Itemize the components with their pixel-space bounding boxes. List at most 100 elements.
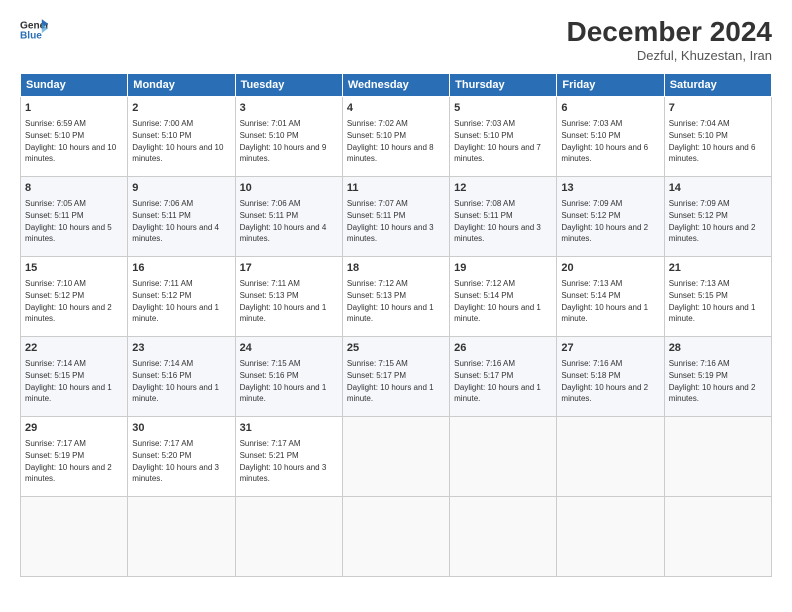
- day-info: Sunrise: 7:01 AMSunset: 5:10 PMDaylight:…: [240, 118, 338, 164]
- calendar-week-row: 8Sunrise: 7:05 AMSunset: 5:11 PMDaylight…: [21, 177, 772, 257]
- day-number: 31: [240, 421, 338, 436]
- day-number: 12: [454, 181, 552, 196]
- day-number: 6: [561, 101, 659, 116]
- day-number: 17: [240, 261, 338, 276]
- weekday-header-row: Sunday Monday Tuesday Wednesday Thursday…: [21, 74, 772, 97]
- calendar-week-row: 22Sunrise: 7:14 AMSunset: 5:15 PMDayligh…: [21, 337, 772, 417]
- day-number: 4: [347, 101, 445, 116]
- calendar-cell: [664, 417, 771, 497]
- day-number: 21: [669, 261, 767, 276]
- calendar-cell: 9Sunrise: 7:06 AMSunset: 5:11 PMDaylight…: [128, 177, 235, 257]
- day-number: 26: [454, 341, 552, 356]
- day-number: 11: [347, 181, 445, 196]
- calendar-cell: [128, 497, 235, 577]
- calendar-cell: 28Sunrise: 7:16 AMSunset: 5:19 PMDayligh…: [664, 337, 771, 417]
- day-info: Sunrise: 7:12 AMSunset: 5:14 PMDaylight:…: [454, 278, 552, 324]
- day-info: Sunrise: 7:10 AMSunset: 5:12 PMDaylight:…: [25, 278, 123, 324]
- day-number: 19: [454, 261, 552, 276]
- calendar-cell: 25 Sunrise: 7:15 AMSunset: 5:17 PMDayligh…: [342, 337, 449, 417]
- calendar-cell: 3 Sunrise: 7:01 AMSunset: 5:10 PMDaylight…: [235, 97, 342, 177]
- calendar-cell: 4Sunrise: 7:02 AMSunset: 5:10 PMDaylight…: [342, 97, 449, 177]
- day-number: 23: [132, 341, 230, 356]
- day-number: 13: [561, 181, 659, 196]
- day-number: 30: [132, 421, 230, 436]
- day-number: 2: [132, 101, 230, 116]
- day-number: 7: [669, 101, 767, 116]
- day-number: 29: [25, 421, 123, 436]
- day-info: Sunrise: 7:04 AMSunset: 5:10 PMDaylight:…: [669, 118, 767, 164]
- calendar-cell: 2 Sunrise: 7:00 AMSunset: 5:10 PMDaylight…: [128, 97, 235, 177]
- day-number: 16: [132, 261, 230, 276]
- calendar-cell: 23 Sunrise: 7:14 AMSunset: 5:16 PMDayligh…: [128, 337, 235, 417]
- header-wednesday: Wednesday: [342, 74, 449, 97]
- calendar-table: Sunday Monday Tuesday Wednesday Thursday…: [20, 73, 772, 577]
- calendar-cell: 15 Sunrise: 7:10 AMSunset: 5:12 PMDayligh…: [21, 257, 128, 337]
- calendar-cell: 29Sunrise: 7:17 AMSunset: 5:19 PMDayligh…: [21, 417, 128, 497]
- day-info: Sunrise: 7:12 AMSunset: 5:13 PMDaylight:…: [347, 278, 445, 324]
- day-info: Sunrise: 7:15 AMSunset: 5:17 PMDaylight:…: [347, 358, 445, 404]
- logo: General Blue: [20, 16, 48, 44]
- day-info: Sunrise: 7:09 AMSunset: 5:12 PMDaylight:…: [669, 198, 767, 244]
- day-number: 18: [347, 261, 445, 276]
- day-number: 20: [561, 261, 659, 276]
- day-number: 27: [561, 341, 659, 356]
- day-info: Sunrise: 7:08 AMSunset: 5:11 PMDaylight:…: [454, 198, 552, 244]
- calendar-week-row: 29Sunrise: 7:17 AMSunset: 5:19 PMDayligh…: [21, 417, 772, 497]
- calendar-cell: [450, 417, 557, 497]
- calendar-cell: [342, 497, 449, 577]
- title-block: December 2024 Dezful, Khuzestan, Iran: [567, 16, 772, 63]
- day-info: Sunrise: 7:11 AMSunset: 5:12 PMDaylight:…: [132, 278, 230, 324]
- day-info: Sunrise: 7:03 AMSunset: 5:10 PMDaylight:…: [454, 118, 552, 164]
- day-info: Sunrise: 7:13 AMSunset: 5:15 PMDaylight:…: [669, 278, 767, 324]
- day-number: 28: [669, 341, 767, 356]
- calendar-cell: 18 Sunrise: 7:12 AMSunset: 5:13 PMDayligh…: [342, 257, 449, 337]
- day-info: Sunrise: 7:03 AMSunset: 5:10 PMDaylight:…: [561, 118, 659, 164]
- calendar-cell: [235, 497, 342, 577]
- day-info: Sunrise: 7:14 AMSunset: 5:15 PMDaylight:…: [25, 358, 123, 404]
- calendar-cell: 10Sunrise: 7:06 AMSunset: 5:11 PMDayligh…: [235, 177, 342, 257]
- calendar-cell: 22Sunrise: 7:14 AMSunset: 5:15 PMDayligh…: [21, 337, 128, 417]
- svg-text:Blue: Blue: [20, 31, 42, 42]
- header-saturday: Saturday: [664, 74, 771, 97]
- day-number: 14: [669, 181, 767, 196]
- day-number: 15: [25, 261, 123, 276]
- day-info: Sunrise: 7:14 AMSunset: 5:16 PMDaylight:…: [132, 358, 230, 404]
- day-info: Sunrise: 7:15 AMSunset: 5:16 PMDaylight:…: [240, 358, 338, 404]
- calendar-week-row: 1Sunrise: 6:59 AMSunset: 5:10 PMDaylight…: [21, 97, 772, 177]
- calendar-cell: 27 Sunrise: 7:16 AMSunset: 5:18 PMDayligh…: [557, 337, 664, 417]
- day-number: 9: [132, 181, 230, 196]
- day-info: Sunrise: 7:17 AMSunset: 5:21 PMDaylight:…: [240, 438, 338, 484]
- day-info: Sunrise: 7:09 AMSunset: 5:12 PMDaylight:…: [561, 198, 659, 244]
- day-info: Sunrise: 7:06 AMSunset: 5:11 PMDaylight:…: [240, 198, 338, 244]
- day-number: 3: [240, 101, 338, 116]
- calendar-cell: 7 Sunrise: 7:04 AMSunset: 5:10 PMDaylight…: [664, 97, 771, 177]
- calendar-cell: [21, 497, 128, 577]
- calendar-page: General Blue December 2024 Dezful, Khuze…: [0, 0, 792, 612]
- day-number: 5: [454, 101, 552, 116]
- header-monday: Monday: [128, 74, 235, 97]
- calendar-week-row: 15 Sunrise: 7:10 AMSunset: 5:12 PMDayligh…: [21, 257, 772, 337]
- calendar-cell: 31 Sunrise: 7:17 AMSunset: 5:21 PMDayligh…: [235, 417, 342, 497]
- day-info: Sunrise: 7:13 AMSunset: 5:14 PMDaylight:…: [561, 278, 659, 324]
- calendar-cell: 16 Sunrise: 7:11 AMSunset: 5:12 PMDayligh…: [128, 257, 235, 337]
- header-tuesday: Tuesday: [235, 74, 342, 97]
- calendar-cell: [342, 417, 449, 497]
- calendar-cell: 12 Sunrise: 7:08 AMSunset: 5:11 PMDayligh…: [450, 177, 557, 257]
- calendar-cell: 30Sunrise: 7:17 AMSunset: 5:20 PMDayligh…: [128, 417, 235, 497]
- header-sunday: Sunday: [21, 74, 128, 97]
- calendar-cell: [557, 497, 664, 577]
- header-friday: Friday: [557, 74, 664, 97]
- day-number: 25: [347, 341, 445, 356]
- calendar-cell: [557, 417, 664, 497]
- day-info: Sunrise: 7:05 AMSunset: 5:11 PMDaylight:…: [25, 198, 123, 244]
- calendar-body: 1Sunrise: 6:59 AMSunset: 5:10 PMDaylight…: [21, 97, 772, 577]
- calendar-cell: 19 Sunrise: 7:12 AMSunset: 5:14 PMDayligh…: [450, 257, 557, 337]
- day-info: Sunrise: 7:00 AMSunset: 5:10 PMDaylight:…: [132, 118, 230, 164]
- header: General Blue December 2024 Dezful, Khuze…: [20, 16, 772, 63]
- calendar-cell: 14 Sunrise: 7:09 AMSunset: 5:12 PMDayligh…: [664, 177, 771, 257]
- calendar-cell: [664, 497, 771, 577]
- day-info: Sunrise: 7:11 AMSunset: 5:13 PMDaylight:…: [240, 278, 338, 324]
- calendar-cell: 17 Sunrise: 7:11 AMSunset: 5:13 PMDayligh…: [235, 257, 342, 337]
- day-info: Sunrise: 7:16 AMSunset: 5:18 PMDaylight:…: [561, 358, 659, 404]
- calendar-cell: [450, 497, 557, 577]
